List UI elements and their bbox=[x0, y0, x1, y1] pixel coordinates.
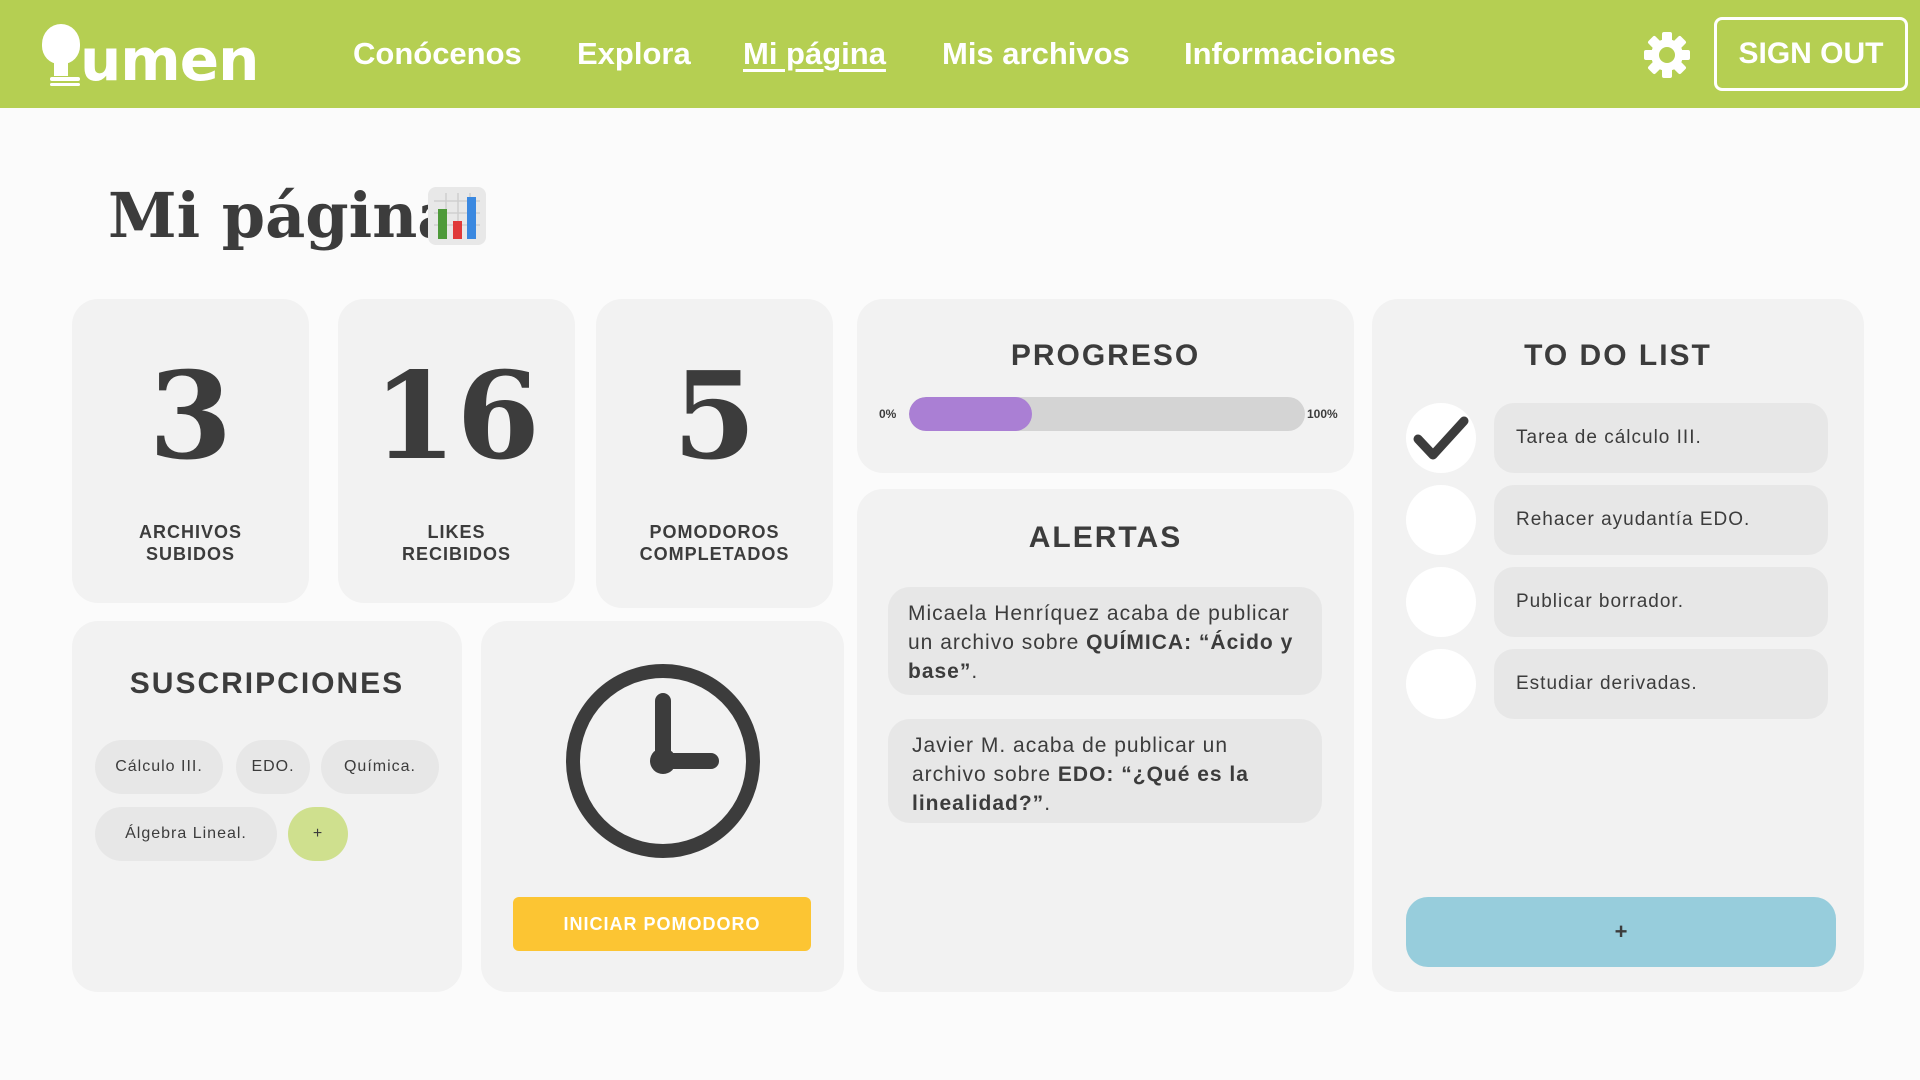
subscription-chip[interactable]: Cálculo III. bbox=[95, 740, 223, 794]
todo-card: TO DO LIST Tarea de cálculo III. Rehacer… bbox=[1372, 299, 1864, 992]
subscriptions-title: SUSCRIPCIONES bbox=[129, 667, 405, 700]
stat-value: 16 bbox=[373, 346, 540, 487]
todo-title: TO DO LIST bbox=[1524, 339, 1712, 372]
alerts-title: ALERTAS bbox=[1028, 521, 1183, 554]
nav-link-mis-archivos[interactable]: Mis archivos bbox=[942, 34, 1130, 74]
progress-bar-fill bbox=[909, 397, 1032, 431]
stat-card-archivos: 3 ARCHIVOS SUBIDOS bbox=[72, 299, 309, 603]
start-pomodoro-button[interactable]: INICIAR POMODORO bbox=[513, 897, 811, 951]
todo-checkbox[interactable] bbox=[1406, 567, 1476, 637]
nav-link-informaciones[interactable]: Informaciones bbox=[1184, 34, 1396, 74]
progress-bar bbox=[909, 397, 1305, 431]
subscription-chip[interactable]: Álgebra Lineal. bbox=[95, 807, 277, 861]
checkmark-icon bbox=[1413, 416, 1469, 460]
stat-label: POMODOROS COMPLETADOS bbox=[639, 522, 790, 564]
page-title: Mi página bbox=[108, 179, 458, 252]
todo-item[interactable]: Rehacer ayudantía EDO. bbox=[1494, 485, 1828, 555]
stat-value: 3 bbox=[148, 346, 233, 487]
clock-icon bbox=[566, 664, 760, 858]
alerts-card: ALERTAS Micaela Henríquez acaba de publi… bbox=[857, 489, 1354, 992]
bar-chart-icon bbox=[428, 187, 486, 245]
sign-out-button[interactable]: SIGN OUT bbox=[1714, 17, 1908, 91]
lightbulb-icon bbox=[40, 24, 82, 86]
nav-link-mi-pagina[interactable]: Mi página bbox=[743, 34, 886, 74]
add-todo-button[interactable]: + bbox=[1406, 897, 1836, 967]
add-subscription-button[interactable]: + bbox=[288, 807, 348, 861]
subscription-chip[interactable]: EDO. bbox=[236, 740, 310, 794]
nav-link-explora[interactable]: Explora bbox=[577, 34, 691, 74]
todo-item[interactable]: Publicar borrador. bbox=[1494, 567, 1828, 637]
progress-min-label: 0% bbox=[879, 407, 897, 421]
progress-title: PROGRESO bbox=[1010, 339, 1201, 372]
stat-card-likes: 16 LIKES RECIBIDOS bbox=[338, 299, 575, 603]
todo-item[interactable]: Estudiar derivadas. bbox=[1494, 649, 1828, 719]
progress-max-label: 100% bbox=[1307, 407, 1338, 421]
pomodoro-card: INICIAR POMODORO bbox=[481, 621, 844, 992]
progress-card: PROGRESO 0% 100% bbox=[857, 299, 1354, 473]
alert-item[interactable]: Micaela Henríquez acaba de publicar un a… bbox=[888, 587, 1322, 695]
logo-text: umen bbox=[80, 26, 259, 94]
gear-icon[interactable] bbox=[1642, 30, 1692, 80]
nav-link-conocenos[interactable]: Conócenos bbox=[353, 34, 522, 74]
stat-card-pomodoros: 5 POMODOROS COMPLETADOS bbox=[596, 299, 833, 608]
todo-item[interactable]: Tarea de cálculo III. bbox=[1494, 403, 1828, 473]
subscription-chip[interactable]: Química. bbox=[321, 740, 439, 794]
lumen-logo[interactable]: umen bbox=[40, 24, 259, 94]
stat-label: ARCHIVOS SUBIDOS bbox=[138, 522, 242, 564]
subscriptions-card: SUSCRIPCIONES Cálculo III. EDO. Química.… bbox=[72, 621, 462, 992]
alert-item[interactable]: Javier M. acaba de publicar un archivo s… bbox=[888, 719, 1322, 823]
stat-label: LIKES RECIBIDOS bbox=[401, 522, 511, 564]
top-nav: umen Conócenos Explora Mi página Mis arc… bbox=[0, 0, 1920, 108]
stat-value: 5 bbox=[672, 346, 757, 487]
todo-checkbox-checked[interactable] bbox=[1406, 403, 1476, 473]
todo-checkbox[interactable] bbox=[1406, 485, 1476, 555]
todo-checkbox[interactable] bbox=[1406, 649, 1476, 719]
